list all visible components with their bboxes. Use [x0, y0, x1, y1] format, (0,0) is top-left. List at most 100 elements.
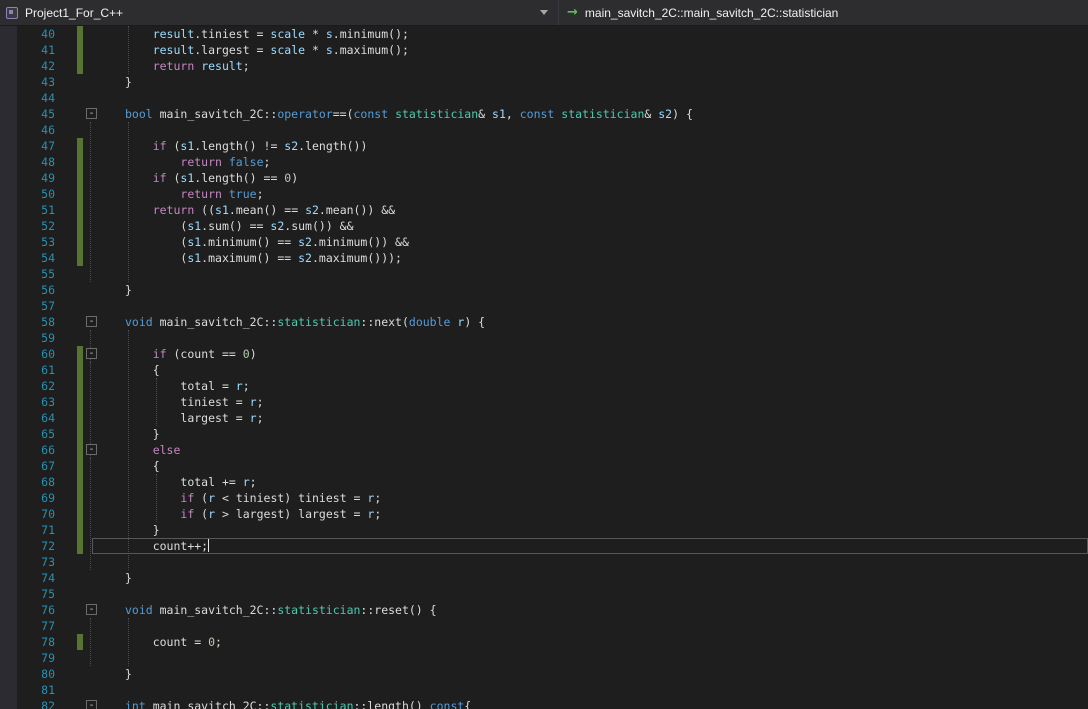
selection-margin[interactable] [60, 170, 77, 186]
selection-margin[interactable] [60, 282, 77, 298]
selection-margin[interactable] [60, 266, 77, 282]
code-text[interactable]: } [101, 570, 1088, 586]
selection-margin[interactable] [60, 698, 77, 709]
selection-margin[interactable] [60, 234, 77, 250]
selection-margin[interactable] [60, 682, 77, 698]
selection-margin[interactable] [60, 586, 77, 602]
code-text[interactable]: return true; [101, 186, 1088, 202]
code-text[interactable]: bool main_savitch_2C::operator==(const s… [101, 106, 1088, 122]
selection-margin[interactable] [60, 138, 77, 154]
selection-margin[interactable] [60, 650, 77, 666]
breakpoint-margin[interactable] [0, 506, 17, 522]
code-text[interactable]: else [101, 442, 1088, 458]
code-text[interactable]: } [101, 282, 1088, 298]
fold-collapse-button[interactable]: - [86, 316, 97, 327]
selection-margin[interactable] [60, 618, 77, 634]
code-text[interactable]: (s1.maximum() == s2.maximum())); [101, 250, 1088, 266]
selection-margin[interactable] [60, 106, 77, 122]
breakpoint-margin[interactable] [0, 202, 17, 218]
breakpoint-margin[interactable] [0, 442, 17, 458]
selection-margin[interactable] [60, 474, 77, 490]
breakpoint-margin[interactable] [0, 586, 17, 602]
breakpoint-margin[interactable] [0, 570, 17, 586]
selection-margin[interactable] [60, 378, 77, 394]
code-text[interactable]: (s1.minimum() == s2.minimum()) && [101, 234, 1088, 250]
selection-margin[interactable] [60, 570, 77, 586]
code-text[interactable]: } [101, 666, 1088, 682]
breakpoint-margin[interactable] [0, 234, 17, 250]
code-text[interactable]: largest = r; [101, 410, 1088, 426]
code-text[interactable]: return result; [101, 58, 1088, 74]
code-text[interactable] [101, 90, 1088, 106]
breakpoint-margin[interactable] [0, 218, 17, 234]
selection-margin[interactable] [60, 554, 77, 570]
breakpoint-margin[interactable] [0, 650, 17, 666]
code-text[interactable]: return false; [101, 154, 1088, 170]
breakpoint-margin[interactable] [0, 122, 17, 138]
code-text[interactable]: if (r > largest) largest = r; [101, 506, 1088, 522]
breakpoint-margin[interactable] [0, 522, 17, 538]
fold-collapse-button[interactable]: - [86, 604, 97, 615]
breakpoint-margin[interactable] [0, 26, 17, 42]
breakpoint-margin[interactable] [0, 698, 17, 709]
breakpoint-margin[interactable] [0, 426, 17, 442]
selection-margin[interactable] [60, 218, 77, 234]
selection-margin[interactable] [60, 410, 77, 426]
selection-margin[interactable] [60, 522, 77, 538]
code-text[interactable] [101, 122, 1088, 138]
code-text[interactable]: result.largest = scale * s.maximum(); [101, 42, 1088, 58]
code-text[interactable] [101, 586, 1088, 602]
fold-collapse-button[interactable]: - [86, 700, 97, 709]
breakpoint-margin[interactable] [0, 170, 17, 186]
code-text[interactable]: { [101, 362, 1088, 378]
breakpoint-margin[interactable] [0, 74, 17, 90]
code-text[interactable] [101, 650, 1088, 666]
selection-margin[interactable] [60, 666, 77, 682]
selection-margin[interactable] [60, 58, 77, 74]
breakpoint-margin[interactable] [0, 314, 17, 330]
breakpoint-margin[interactable] [0, 138, 17, 154]
selection-margin[interactable] [60, 26, 77, 42]
breakpoint-margin[interactable] [0, 602, 17, 618]
fold-collapse-button[interactable]: - [86, 348, 97, 359]
code-text[interactable] [101, 682, 1088, 698]
breakpoint-margin[interactable] [0, 394, 17, 410]
member-dropdown[interactable]: → main_savitch_2C::main_savitch_2C::stat… [559, 0, 1088, 25]
selection-margin[interactable] [60, 154, 77, 170]
selection-margin[interactable] [60, 490, 77, 506]
breakpoint-margin[interactable] [0, 282, 17, 298]
selection-margin[interactable] [60, 442, 77, 458]
breakpoint-margin[interactable] [0, 90, 17, 106]
selection-margin[interactable] [60, 634, 77, 650]
code-text[interactable]: result.tiniest = scale * s.minimum(); [101, 26, 1088, 42]
code-text[interactable]: if (s1.length() != s2.length()) [101, 138, 1088, 154]
code-text[interactable]: tiniest = r; [101, 394, 1088, 410]
breakpoint-margin[interactable] [0, 362, 17, 378]
selection-margin[interactable] [60, 362, 77, 378]
selection-margin[interactable] [60, 330, 77, 346]
breakpoint-margin[interactable] [0, 298, 17, 314]
code-text[interactable]: if (s1.length() == 0) [101, 170, 1088, 186]
breakpoint-margin[interactable] [0, 266, 17, 282]
code-text[interactable]: void main_savitch_2C::statistician::next… [101, 314, 1088, 330]
selection-margin[interactable] [60, 506, 77, 522]
code-text[interactable]: count = 0; [101, 634, 1088, 650]
breakpoint-margin[interactable] [0, 58, 17, 74]
breakpoint-margin[interactable] [0, 538, 17, 554]
code-text[interactable]: { [101, 458, 1088, 474]
breakpoint-margin[interactable] [0, 634, 17, 650]
fold-collapse-button[interactable]: - [86, 108, 97, 119]
code-text[interactable]: count++; [101, 538, 1088, 554]
code-text[interactable]: total = r; [101, 378, 1088, 394]
breakpoint-margin[interactable] [0, 346, 17, 362]
code-text[interactable]: total += r; [101, 474, 1088, 490]
selection-margin[interactable] [60, 538, 77, 554]
code-text[interactable] [101, 330, 1088, 346]
breakpoint-margin[interactable] [0, 682, 17, 698]
selection-margin[interactable] [60, 458, 77, 474]
breakpoint-margin[interactable] [0, 554, 17, 570]
selection-margin[interactable] [60, 42, 77, 58]
selection-margin[interactable] [60, 602, 77, 618]
breakpoint-margin[interactable] [0, 186, 17, 202]
breakpoint-margin[interactable] [0, 250, 17, 266]
